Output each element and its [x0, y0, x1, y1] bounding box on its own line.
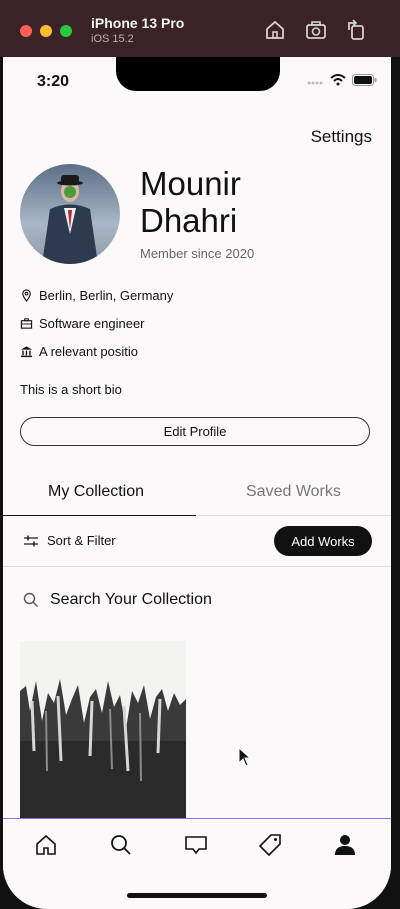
battery-icon	[352, 74, 377, 86]
artwork-image	[20, 641, 186, 821]
sort-filter-button[interactable]: Sort & Filter	[24, 533, 116, 548]
inbox-icon[interactable]	[184, 833, 208, 857]
device-name: iPhone 13 Pro	[91, 15, 185, 31]
sliders-icon	[24, 535, 38, 546]
cellular-icon	[307, 81, 323, 85]
edit-profile-button[interactable]: Edit Profile	[20, 417, 370, 446]
occupation-row: Software engineer	[20, 316, 145, 331]
tab-my-collection[interactable]: My Collection	[48, 483, 144, 501]
profile-name: Mounir Dhahri	[140, 165, 241, 239]
collection-search[interactable]: Search Your Collection	[23, 591, 212, 609]
first-name: Mounir	[140, 165, 241, 202]
search-icon[interactable]	[109, 833, 133, 857]
add-works-button[interactable]: Add Works	[274, 526, 372, 556]
bottom-tab-bar	[3, 818, 391, 909]
briefcase-icon	[20, 318, 33, 329]
occupation-text: Software engineer	[39, 316, 145, 331]
tab-saved-works[interactable]: Saved Works	[246, 483, 341, 501]
member-since: Member since 2020	[140, 246, 255, 261]
wifi-icon	[330, 74, 346, 86]
active-tab-indicator	[3, 515, 196, 516]
tag-icon[interactable]	[258, 833, 282, 857]
simulator-title-bar: iPhone 13 Pro iOS 15.2	[0, 0, 400, 57]
os-version: iOS 15.2	[91, 33, 134, 45]
rotate-icon[interactable]	[344, 18, 368, 42]
screenshot-icon[interactable]	[304, 18, 328, 42]
zoom-window-button[interactable]	[60, 25, 72, 37]
settings-link[interactable]: Settings	[311, 127, 372, 147]
location-pin-icon	[22, 289, 31, 302]
position-text: A relevant positio	[39, 344, 139, 359]
device-frame: 3:20 Settings Mounir Dhahri Member since…	[0, 57, 400, 909]
close-window-button[interactable]	[20, 25, 32, 37]
mouse-cursor-icon	[238, 747, 252, 767]
avatar[interactable]	[20, 164, 120, 264]
profile-icon[interactable]	[333, 833, 357, 857]
home-button-icon[interactable]	[263, 18, 287, 42]
position-row: A relevant positio	[20, 344, 138, 359]
search-icon	[23, 592, 38, 607]
artwork-thumbnail[interactable]	[20, 641, 186, 821]
status-time: 3:20	[37, 73, 70, 90]
avatar-image	[20, 164, 120, 264]
bio-text: This is a short bio	[20, 382, 122, 397]
home-indicator	[127, 893, 267, 898]
location-row: Berlin, Berlin, Germany	[20, 288, 173, 303]
last-name: Dhahri	[140, 202, 238, 239]
home-icon[interactable]	[34, 833, 58, 857]
sort-filter-label: Sort & Filter	[47, 533, 116, 548]
minimize-window-button[interactable]	[40, 25, 52, 37]
institution-icon	[20, 346, 33, 358]
location-text: Berlin, Berlin, Germany	[39, 288, 174, 303]
app-screen: 3:20 Settings Mounir Dhahri Member since…	[3, 57, 391, 909]
status-icons	[307, 74, 377, 86]
search-placeholder: Search Your Collection	[50, 591, 212, 608]
notch	[116, 57, 280, 91]
divider	[3, 566, 391, 567]
collection-tabs: My Collection Saved Works	[3, 470, 391, 516]
